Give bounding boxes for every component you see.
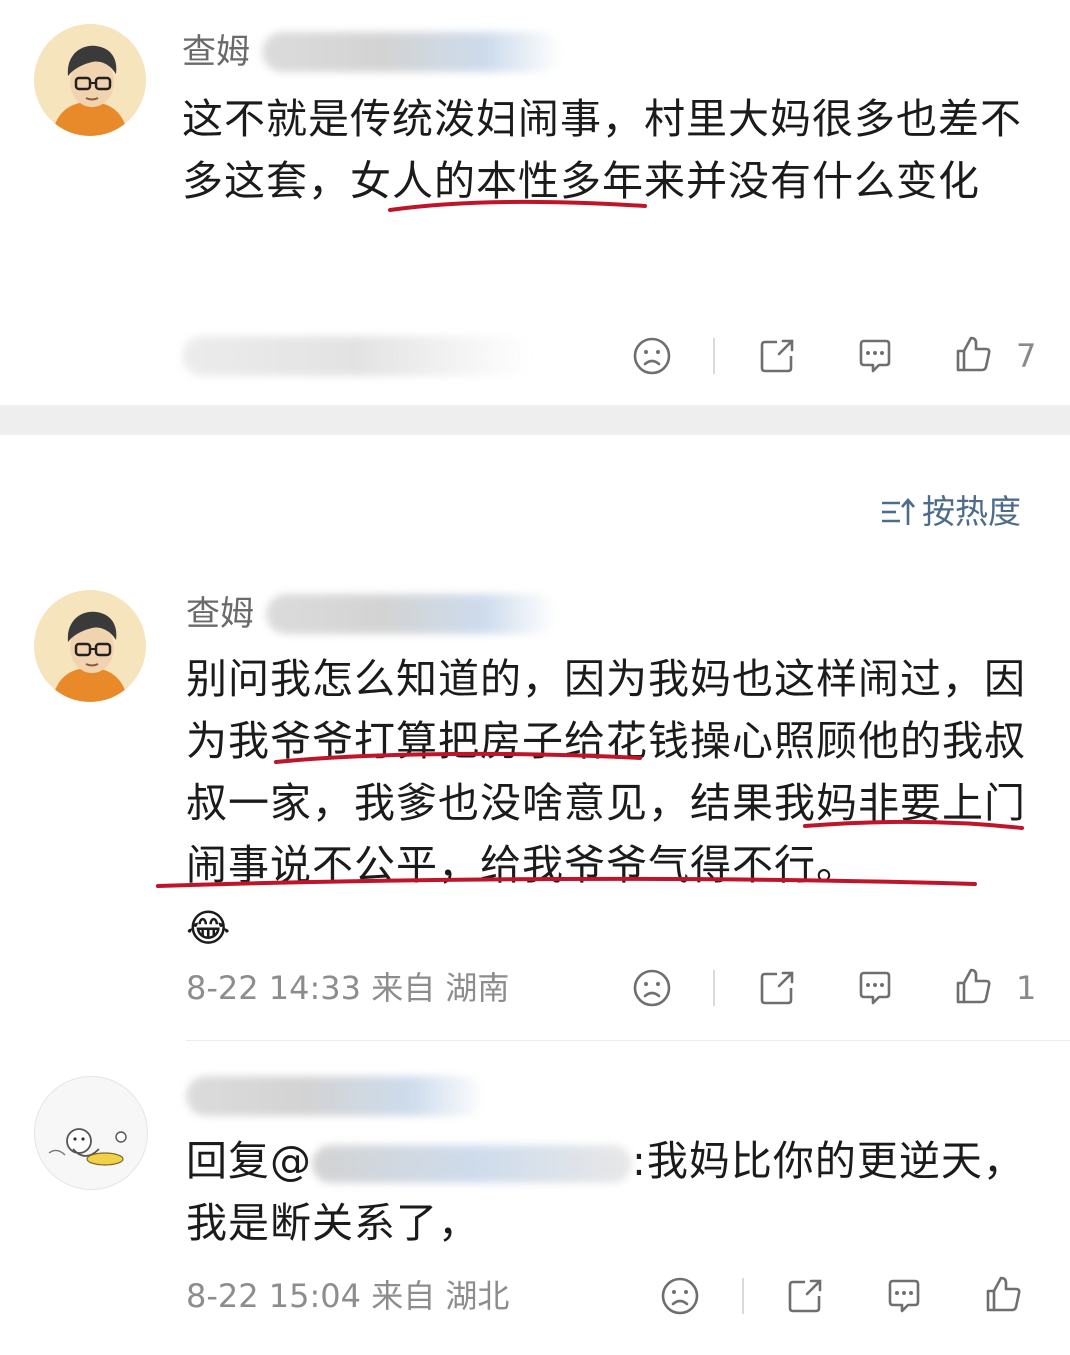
comment-icon[interactable] <box>855 968 895 1008</box>
like-count: 7 <box>1016 337 1037 375</box>
divider <box>713 970 715 1006</box>
like-icon[interactable] <box>983 1274 1023 1314</box>
avatar[interactable] <box>34 1076 148 1190</box>
comment-icon[interactable] <box>884 1276 924 1316</box>
laugh-emoji-icon: 😂 <box>186 906 232 950</box>
redacted-username <box>266 594 556 634</box>
redacted-username <box>186 1076 486 1116</box>
like-count: 1 <box>1016 969 1037 1007</box>
divider <box>713 338 715 374</box>
like-icon[interactable] <box>953 334 993 374</box>
comment-meta: 8-22 14:33 来自 湖南 <box>186 969 510 1007</box>
avatar[interactable] <box>34 24 146 136</box>
redacted-username <box>262 32 562 72</box>
highlight-underline <box>388 199 647 212</box>
divider <box>186 1040 1070 1041</box>
dislike-icon[interactable] <box>660 1276 700 1316</box>
comment-body: 别问我怎么知道的，因为我妈也这样闹过，因为我爷爷打算把房子给花钱操心照顾他的我叔… <box>186 655 1026 889</box>
sort-icon <box>882 498 915 525</box>
reply-mention[interactable]: 回复@ <box>186 1137 312 1185</box>
redacted-mention <box>312 1145 632 1183</box>
highlight-underline <box>274 751 642 764</box>
sort-label: 按热度 <box>922 492 1021 531</box>
comment-text: 回复@:我妈比你的更逆天，我是断关系了， <box>186 1130 1046 1254</box>
comment-meta: 8-22 15:04 来自 湖北 <box>186 1277 510 1315</box>
divider <box>742 1278 744 1314</box>
highlight-underline <box>156 876 977 888</box>
share-icon[interactable] <box>757 968 797 1008</box>
sort-button[interactable]: 按热度 <box>880 492 1021 532</box>
share-icon[interactable] <box>785 1276 825 1316</box>
share-icon[interactable] <box>757 336 797 376</box>
dislike-icon[interactable] <box>632 968 672 1008</box>
comment-icon[interactable] <box>855 336 895 376</box>
username[interactable]: 查姆 <box>186 594 254 634</box>
section-divider <box>0 405 1070 435</box>
dislike-icon[interactable] <box>632 336 672 376</box>
avatar[interactable] <box>34 590 146 702</box>
comment-text: 别问我怎么知道的，因为我妈也这样闹过，因为我爷爷打算把房子给花钱操心照顾他的我叔… <box>186 648 1046 959</box>
redacted-meta <box>182 336 532 376</box>
highlight-underline <box>803 819 1024 830</box>
username[interactable]: 查姆 <box>182 32 250 72</box>
like-icon[interactable] <box>953 966 993 1006</box>
